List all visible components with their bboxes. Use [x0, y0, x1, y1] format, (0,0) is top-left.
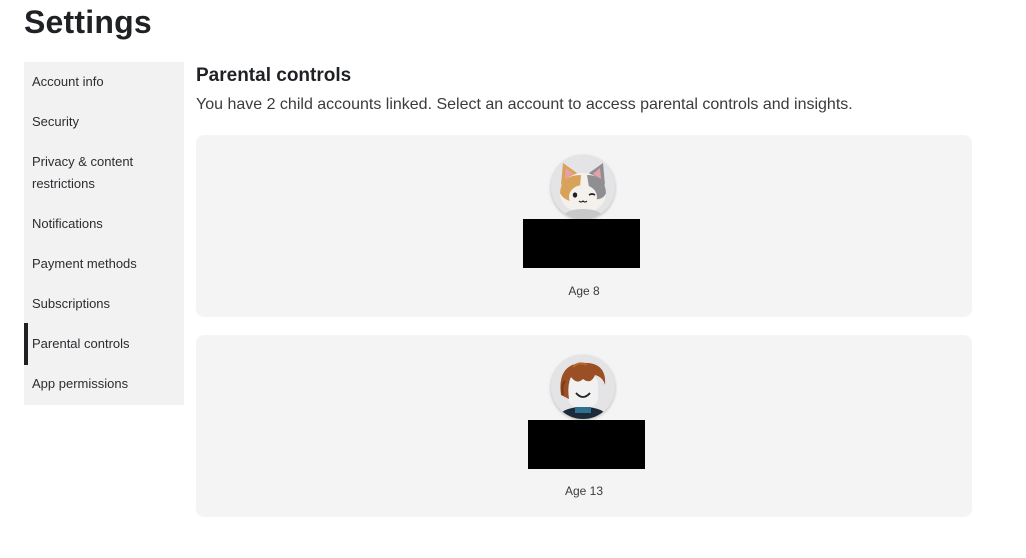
sidebar-item-account-info[interactable]: Account info	[24, 71, 184, 93]
sidebar-item-label: Subscriptions	[32, 296, 111, 311]
section-description: You have 2 child accounts linked. Select…	[196, 96, 853, 113]
redacted-username	[523, 219, 640, 268]
settings-sidebar: Account info Security Privacy & content r…	[24, 62, 184, 405]
redacted-username	[528, 420, 645, 469]
child-age-label: Age 13	[564, 484, 604, 498]
sidebar-item-subscriptions[interactable]: Subscriptions	[24, 293, 184, 315]
section-title: Parental controls	[196, 65, 352, 86]
cat-avatar-icon	[551, 155, 615, 219]
sidebar-item-label: Payment methods	[32, 256, 137, 271]
sidebar-item-label-line2: restrictions	[32, 176, 95, 191]
sidebar-item-app-permissions[interactable]: App permissions	[24, 373, 184, 395]
sidebar-item-parental-controls[interactable]: Parental controls	[24, 323, 184, 365]
child-age-label: Age 8	[568, 284, 600, 298]
sidebar-item-label: App permissions	[32, 376, 129, 391]
page-title: Settings	[24, 4, 152, 40]
sidebar-item-label: Notifications	[32, 216, 103, 231]
sidebar-item-notifications[interactable]: Notifications	[24, 213, 184, 235]
child-account-card[interactable]: Age 13	[196, 335, 972, 517]
sidebar-item-label: Account info	[32, 74, 104, 89]
sidebar-item-security[interactable]: Security	[24, 111, 184, 133]
sidebar-item-label: Security	[32, 114, 79, 129]
sidebar-item-privacy[interactable]: Privacy & content restrictions	[24, 151, 184, 195]
bacon-hair-avatar-icon	[551, 355, 615, 419]
sidebar-item-payment-methods[interactable]: Payment methods	[24, 253, 184, 275]
child-account-card[interactable]: Age 8	[196, 135, 972, 317]
sidebar-item-label: Parental controls	[32, 336, 130, 351]
sidebar-item-label: Privacy & content	[32, 154, 134, 169]
